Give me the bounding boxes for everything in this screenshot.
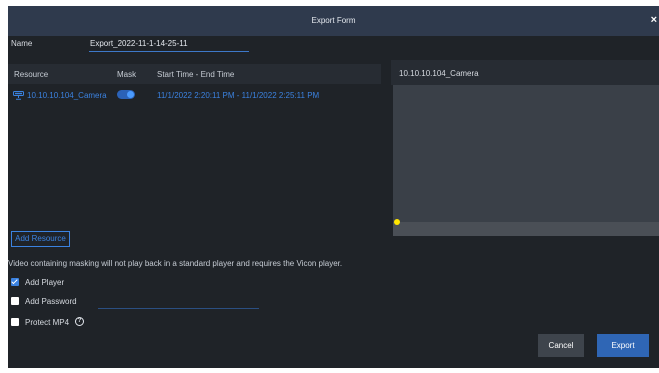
add-player-label: Add Player: [25, 278, 65, 287]
preview-header: 10.10.10.104_Camera: [391, 60, 659, 85]
export-form-dialog: Export Form × Name Resource Mask Start T…: [8, 6, 659, 368]
name-label: Name: [11, 39, 33, 48]
resource-name: 10.10.10.104_Camera: [27, 91, 107, 100]
column-time-range: Start Time - End Time: [157, 70, 235, 79]
protect-mp4-checkbox[interactable]: [11, 318, 19, 326]
dialog-title: Export Form: [311, 16, 356, 25]
video-area: [393, 85, 659, 222]
dialog-titlebar: Export Form ×: [8, 6, 659, 36]
add-player-checkbox[interactable]: [11, 278, 19, 286]
name-input[interactable]: [89, 36, 249, 52]
export-button[interactable]: Export: [597, 334, 649, 357]
password-field[interactable]: [98, 297, 259, 309]
resource-table: Resource Mask Start Time - End Time 10.1…: [8, 64, 381, 234]
mask-toggle[interactable]: [117, 90, 135, 99]
preview-title: 10.10.10.104_Camera: [399, 69, 479, 78]
column-mask: Mask: [117, 70, 137, 79]
cancel-button[interactable]: Cancel: [538, 334, 584, 357]
timeline-position-marker[interactable]: [394, 219, 400, 225]
resource-table-header: Resource Mask Start Time - End Time: [8, 64, 381, 84]
time-range: 11/1/2022 2:20:11 PM - 11/1/2022 2:25:11…: [157, 91, 320, 100]
mask-toggle-knob: [127, 91, 134, 98]
playback-timeline[interactable]: [393, 219, 659, 236]
masking-warning: Video containing masking will not play b…: [8, 259, 343, 268]
table-row[interactable]: 10.10.10.104_Camera 11/1/2022 2:20:11 PM…: [8, 88, 381, 104]
video-preview-panel: 10.10.10.104_Camera: [391, 60, 659, 238]
bottom-border: [0, 368, 659, 373]
protect-mp4-label: Protect MP4: [25, 318, 70, 327]
column-resource: Resource: [14, 70, 49, 79]
camera-icon: [13, 91, 24, 100]
add-password-label: Add Password: [25, 297, 77, 306]
close-icon[interactable]: ×: [651, 13, 657, 27]
add-password-checkbox[interactable]: [11, 297, 19, 305]
add-resource-button[interactable]: Add Resource: [11, 231, 70, 247]
help-icon[interactable]: ?: [75, 317, 84, 326]
